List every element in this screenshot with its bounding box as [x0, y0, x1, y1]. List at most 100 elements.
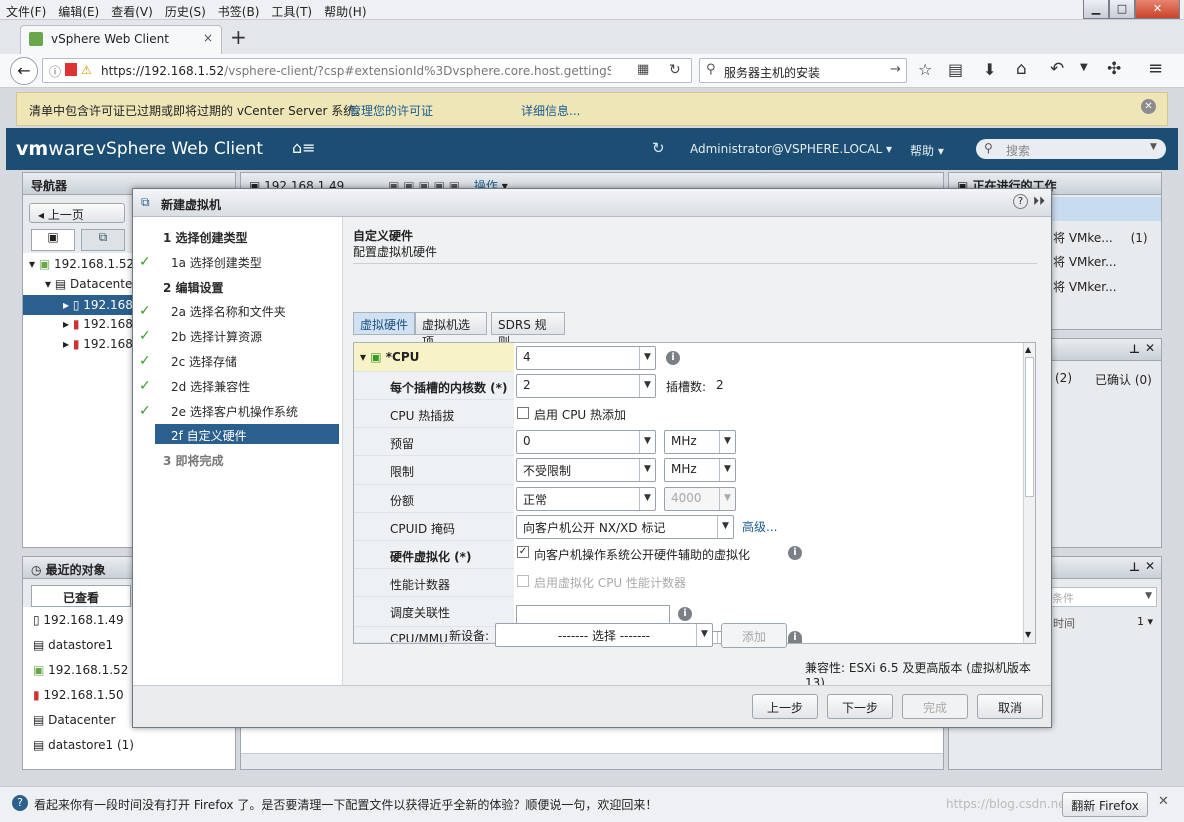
wizard-step[interactable]: 2 编辑设置 — [163, 279, 224, 296]
cpu-row-label[interactable]: ▾ ▣ *CPU — [354, 343, 514, 372]
back-arrow-icon[interactable]: ← — [10, 57, 38, 85]
reserve-select[interactable]: 0 ▼ — [516, 430, 656, 454]
qr-code-icon[interactable]: ▦ — [637, 62, 649, 77]
tree-item-host[interactable]: ▸ ▮ 192.168 — [63, 317, 133, 331]
tab-vm-options[interactable]: 虚拟机选项 — [415, 312, 487, 349]
vms-tab-icon[interactable]: ⧉ — [81, 229, 125, 251]
menu-item[interactable]: 文件(F) — [0, 0, 52, 20]
info-icon[interactable]: i — [788, 546, 802, 560]
back-button[interactable]: 上一步 — [752, 694, 818, 719]
wizard-step[interactable]: 1 选择创建类型 — [163, 229, 248, 246]
horizontal-scrollbar[interactable] — [241, 753, 943, 769]
hotplug-checkbox[interactable] — [517, 407, 529, 419]
tab-sdrs-rules[interactable]: SDRS 规则 — [491, 312, 565, 349]
menu-item[interactable]: 工具(T) — [265, 0, 318, 20]
reload-icon[interactable]: ↻ — [669, 62, 681, 78]
bookmark-star-icon[interactable]: ☆ — [918, 60, 932, 79]
page-number[interactable]: 1 ▾ — [1137, 615, 1153, 628]
recent-item[interactable]: ▤ datastore1 — [33, 638, 113, 652]
limit-unit-select[interactable]: MHz ▼ — [664, 458, 736, 482]
tab-close-icon[interactable]: × — [203, 31, 213, 45]
back-button[interactable]: ◂ 上一页 — [29, 203, 125, 223]
filter-input[interactable]: 条件 ▼ — [1047, 587, 1157, 607]
recent-item[interactable]: ▣ 192.168.1.52 — [33, 663, 128, 677]
menu-item[interactable]: 历史(S) — [159, 0, 212, 20]
pin-icon[interactable]: ⊥ — [1129, 342, 1140, 356]
recent-item[interactable]: ▤ datastore1 (1) — [33, 738, 134, 752]
wizard-step[interactable]: 2e 选择客户机操作系统 — [171, 403, 298, 420]
wizard-step[interactable]: 1a 选择创建类型 — [171, 254, 262, 271]
refresh-firefox-button[interactable]: 翻新 Firefox — [1062, 792, 1148, 817]
scroll-thumb[interactable] — [1025, 357, 1034, 497]
pin-icon[interactable]: ⊥ — [1129, 560, 1140, 574]
download-icon[interactable]: ⬇ — [983, 60, 996, 79]
notice-close-icon[interactable]: ✕ — [1141, 99, 1156, 114]
info-icon[interactable]: ⓘ — [49, 63, 61, 80]
wizard-step[interactable]: 2c 选择存储 — [171, 353, 237, 370]
manage-license-link[interactable]: 管理您的许可证 — [349, 102, 433, 119]
wizard-step[interactable]: 2d 选择兼容性 — [171, 378, 250, 395]
wizard-step[interactable]: 3 即将完成 — [163, 452, 224, 469]
browser-search-box[interactable]: ⚲ 服务器主机的安装 → — [699, 58, 907, 83]
reserve-unit-select[interactable]: MHz ▼ — [664, 430, 736, 454]
limit-select[interactable]: 不受限制 ▼ — [516, 458, 656, 482]
time-column-header[interactable]: 时间 — [1053, 615, 1075, 631]
info-icon[interactable]: i — [666, 351, 680, 365]
window-close-button[interactable]: ✕ — [1135, 0, 1180, 19]
cpuid-advanced-link[interactable]: 高级... — [742, 518, 777, 535]
menu-item[interactable]: 编辑(E) — [52, 0, 105, 20]
tab-virtual-hardware[interactable]: 虚拟硬件 — [353, 312, 415, 335]
cores-select[interactable]: 2 ▼ — [516, 374, 656, 398]
close-icon[interactable]: ✕ — [1145, 341, 1155, 355]
shares-select[interactable]: 正常 ▼ — [516, 487, 656, 511]
refresh-icon[interactable]: ↻ — [652, 139, 665, 157]
hv-checkbox[interactable]: ✓ — [517, 546, 529, 558]
help-menu[interactable]: 帮助 ▾ — [910, 142, 944, 159]
undo-icon[interactable]: ↶ — [1050, 59, 1064, 79]
menu-item[interactable]: 书签(B) — [212, 0, 266, 20]
tree-item-host[interactable]: ▸ ▮ 192.168 — [63, 337, 133, 351]
home-icon[interactable]: ⌂ — [1016, 59, 1027, 79]
dropdown-icon[interactable]: ▼ — [1080, 62, 1088, 73]
info-icon[interactable]: i — [788, 631, 802, 643]
wizard-step[interactable]: 2b 选择计算资源 — [171, 328, 262, 345]
menu-item[interactable]: 查看(V) — [105, 0, 159, 20]
browser-tab[interactable]: vSphere Web Client × — [20, 25, 222, 54]
grid-scrollbar[interactable]: ▲ ▼ — [1023, 343, 1035, 643]
finish-button[interactable]: 完成 — [902, 694, 968, 719]
info-icon[interactable]: i — [678, 607, 692, 621]
alarm-ack[interactable]: 已确认 (0) — [1095, 371, 1152, 388]
tree-item-datacenter[interactable]: ▾ ▤ Datacenter — [45, 277, 137, 291]
reading-list-icon[interactable]: ▤ — [948, 60, 963, 79]
help-icon[interactable]: ? — [1013, 194, 1028, 209]
cpuid-select[interactable]: 向客户机公开 NX/XD 标记 ▼ — [516, 515, 734, 539]
extension-icon[interactable]: ✣ — [1107, 59, 1121, 79]
user-menu[interactable]: Administrator@VSPHERE.LOCAL ▾ — [690, 142, 892, 156]
scroll-up-icon[interactable]: ▲ — [1025, 345, 1031, 354]
next-button[interactable]: 下一步 — [827, 694, 893, 719]
url-bar[interactable]: ⓘ ⚠ https://192.168.1.52/vsphere-client/… — [42, 58, 692, 83]
maximize-button[interactable]: □ — [1109, 0, 1135, 19]
cancel-button[interactable]: 取消 — [977, 694, 1043, 719]
wizard-step[interactable]: 2a 选择名称和文件夹 — [171, 303, 286, 320]
new-tab-button[interactable]: + — [230, 25, 247, 49]
details-link[interactable]: 详细信息... — [521, 102, 580, 119]
close-icon[interactable]: ✕ — [1145, 559, 1155, 573]
recent-item[interactable]: ▯ 192.168.1.49 — [33, 613, 124, 627]
home-menu-icon[interactable]: ⌂≡ — [292, 138, 316, 157]
recent-item[interactable]: ▤ Datacenter — [33, 713, 115, 727]
recent-item[interactable]: ▮ 192.168.1.50 — [33, 688, 124, 702]
wizard-step[interactable]: 2f 自定义硬件 — [155, 424, 339, 445]
affinity-input[interactable] — [516, 605, 670, 625]
hosts-tab-icon[interactable]: ▣ — [31, 229, 75, 251]
viewed-tab[interactable]: 已查看 — [31, 585, 131, 607]
vsphere-search[interactable]: ⚲ 搜索 ▼ — [976, 139, 1166, 159]
task-item[interactable]: 将 VMker... — [1053, 253, 1117, 270]
scroll-down-icon[interactable]: ▼ — [1025, 630, 1031, 639]
hamburger-menu-icon[interactable]: ≡ — [1148, 58, 1163, 79]
task-item[interactable]: 将 VMke... (1) — [1053, 229, 1148, 246]
cpu-count-select[interactable]: 4 ▼ — [516, 346, 656, 370]
minimize-button[interactable]: ▁ — [1083, 0, 1109, 19]
add-device-button[interactable]: 添加 — [721, 623, 787, 648]
close-icon[interactable]: ✕ — [1158, 794, 1169, 809]
